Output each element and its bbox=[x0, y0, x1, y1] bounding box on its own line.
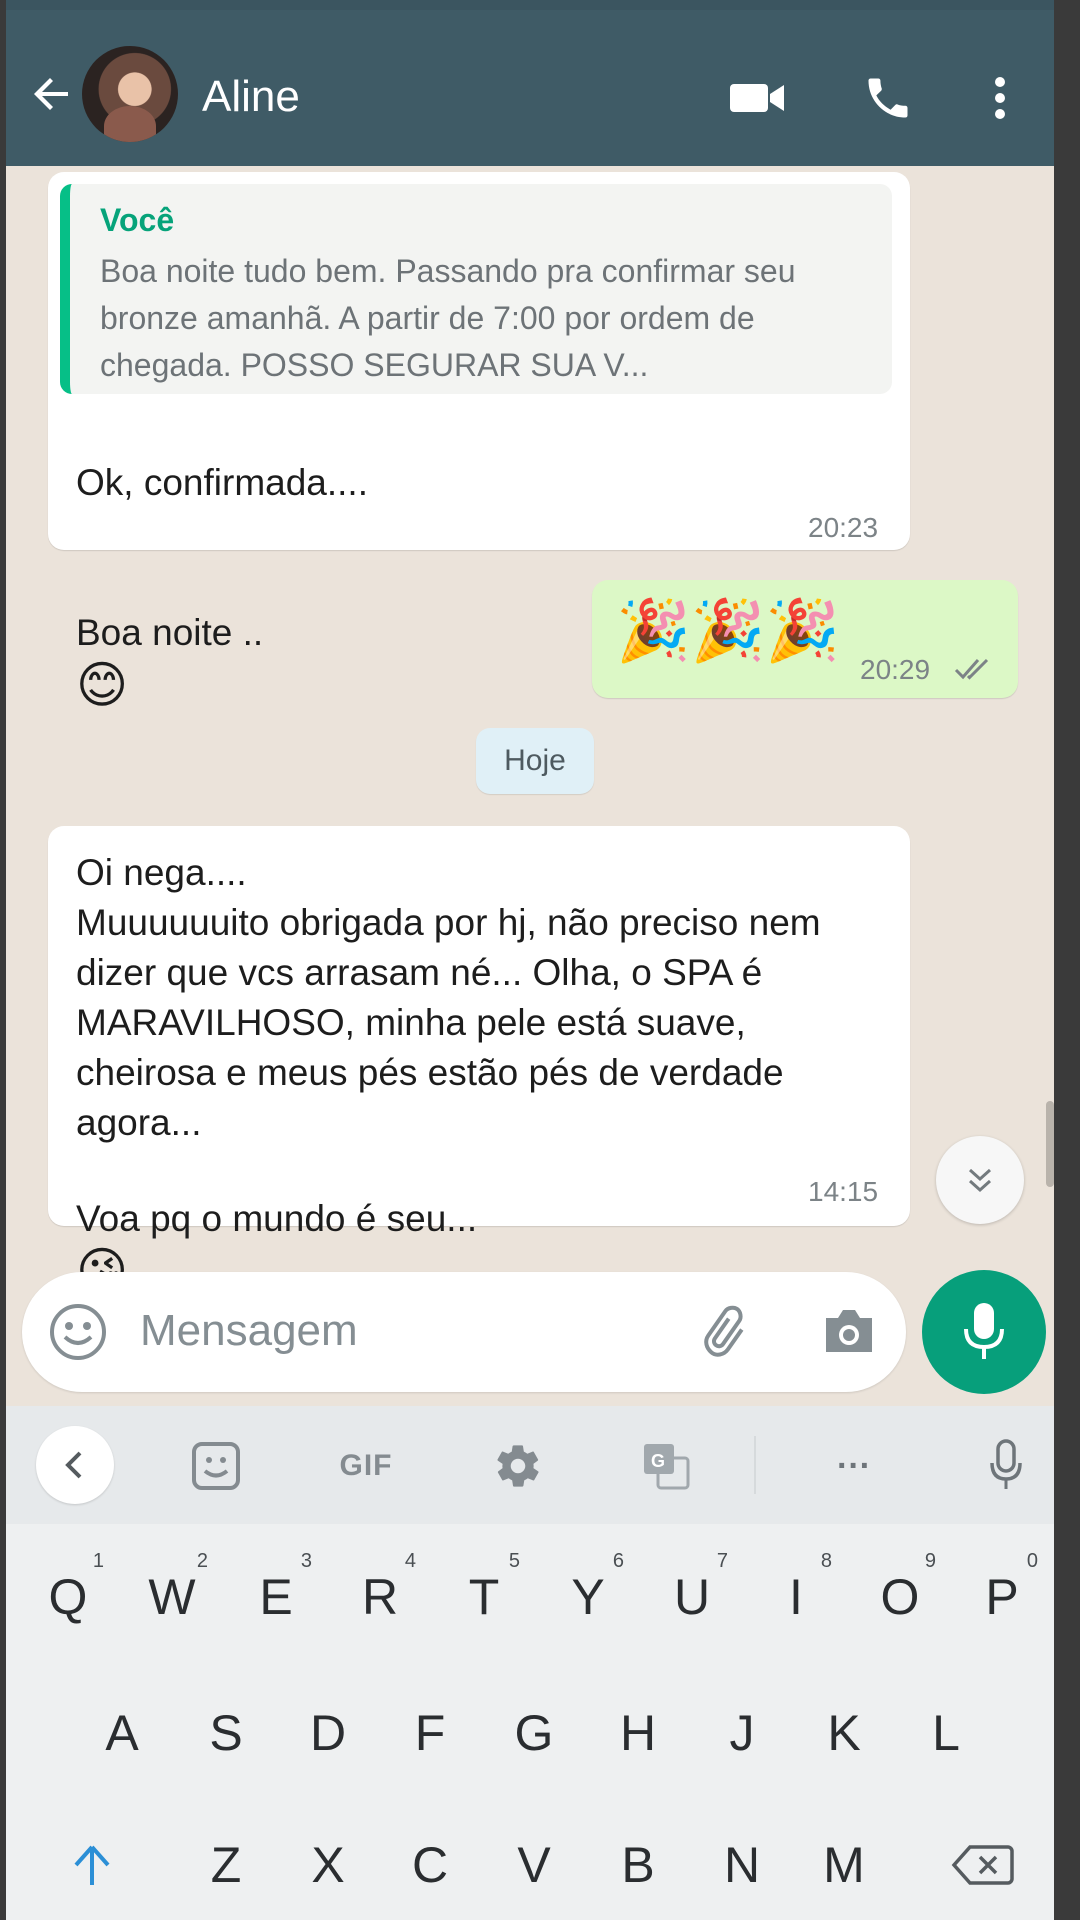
whatsapp-chat-screen: Aline Você Boa noite tudo bem. Passando … bbox=[6, 0, 1054, 1920]
message-time: 14:15 bbox=[808, 1176, 879, 1207]
key-l[interactable]: L bbox=[904, 1678, 988, 1788]
message-input-placeholder[interactable]: Mensagem bbox=[140, 1306, 358, 1356]
svg-text:G: G bbox=[651, 1451, 665, 1471]
key-v[interactable]: V bbox=[492, 1810, 576, 1920]
gif-button[interactable]: GIF bbox=[326, 1426, 406, 1506]
shift-arrow-icon bbox=[74, 1845, 110, 1885]
message-input[interactable]: Mensagem bbox=[22, 1272, 906, 1392]
sticker-icon[interactable] bbox=[176, 1426, 256, 1506]
key-e[interactable]: E3 bbox=[234, 1542, 318, 1652]
key-o[interactable]: O9 bbox=[858, 1542, 942, 1652]
toolbar-divider bbox=[754, 1436, 756, 1494]
message-time: 20:29 bbox=[860, 654, 931, 685]
settings-gear-icon[interactable] bbox=[478, 1426, 558, 1506]
double-chevron-down-icon bbox=[968, 1168, 992, 1193]
quote-author: Você bbox=[100, 202, 175, 238]
key-u[interactable]: U7 bbox=[650, 1542, 734, 1652]
key-t[interactable]: T5 bbox=[442, 1542, 526, 1652]
message-line-with-emoji: Boa noite .. 😊 bbox=[76, 558, 368, 710]
key-i[interactable]: I8 bbox=[754, 1542, 838, 1652]
key-x[interactable]: X bbox=[286, 1810, 370, 1920]
key-a[interactable]: A bbox=[80, 1678, 164, 1788]
key-q[interactable]: Q1 bbox=[26, 1542, 110, 1652]
scroll-to-bottom-button[interactable] bbox=[936, 1136, 1024, 1224]
message-line: Ok, confirmada.... bbox=[76, 462, 368, 503]
key-c[interactable]: C bbox=[388, 1810, 472, 1920]
key-d[interactable]: D bbox=[286, 1678, 370, 1788]
shift-key[interactable] bbox=[50, 1810, 134, 1920]
message-bubble-outgoing[interactable]: 🎉🎉🎉 20:29 bbox=[592, 580, 1018, 698]
key-s[interactable]: S bbox=[184, 1678, 268, 1788]
chevron-left-icon bbox=[65, 1451, 82, 1479]
party-popper-emoji: 🎉🎉🎉 bbox=[616, 597, 841, 664]
chat-header: Aline bbox=[6, 10, 1054, 166]
status-bar bbox=[6, 0, 1054, 10]
key-k[interactable]: K bbox=[802, 1678, 886, 1788]
smiling-face-emoji: 😊 bbox=[76, 657, 129, 714]
keyboard-toolbar: GIF G ··· bbox=[6, 1406, 1054, 1524]
key-w[interactable]: W2 bbox=[130, 1542, 214, 1652]
voice-input-icon[interactable] bbox=[966, 1426, 1046, 1506]
avatar[interactable] bbox=[82, 46, 178, 142]
voice-record-button[interactable] bbox=[922, 1270, 1046, 1394]
key-b[interactable]: B bbox=[596, 1810, 680, 1920]
backspace-key[interactable] bbox=[932, 1810, 1032, 1920]
message-time: 20:23 bbox=[808, 512, 879, 543]
message-text: Oi nega.... Muuuuuuito obrigada por hj, … bbox=[76, 852, 821, 1143]
keyboard: GIF G ··· Q1 W2 E3 R4 T5 Y6 U7 I8 O9 P0 … bbox=[6, 1406, 1054, 1920]
key-r[interactable]: R4 bbox=[338, 1542, 422, 1652]
more-vertical-icon[interactable] bbox=[970, 68, 1030, 128]
camera-icon[interactable] bbox=[820, 1304, 878, 1363]
emoji-icon[interactable] bbox=[48, 1302, 108, 1367]
translate-icon[interactable]: G bbox=[626, 1426, 706, 1506]
key-f[interactable]: F bbox=[388, 1678, 472, 1788]
key-z[interactable]: Z bbox=[184, 1810, 268, 1920]
key-y[interactable]: Y6 bbox=[546, 1542, 630, 1652]
toolbar-collapse-button[interactable] bbox=[36, 1426, 114, 1504]
contact-name[interactable]: Aline bbox=[202, 72, 300, 122]
message-line: Boa noite .. bbox=[76, 612, 264, 653]
video-call-icon[interactable] bbox=[728, 68, 788, 128]
chat-area[interactable]: Você Boa noite tudo bem. Passando pra co… bbox=[6, 166, 1054, 1406]
backspace-icon bbox=[951, 1845, 1014, 1885]
key-n[interactable]: N bbox=[700, 1810, 784, 1920]
message-text: Ok, confirmada.... Boa noite .. 😊 bbox=[76, 408, 368, 760]
message-bubble-incoming[interactable]: Oi nega.... Muuuuuuito obrigada por hj, … bbox=[48, 826, 910, 1296]
message-bubble-incoming[interactable]: Você Boa noite tudo bem. Passando pra co… bbox=[48, 172, 910, 710]
phone-call-icon[interactable] bbox=[858, 68, 918, 128]
message-line: Voa pq o mundo é seu... bbox=[76, 1198, 478, 1239]
date-separator: Hoje bbox=[476, 728, 594, 794]
microphone-icon bbox=[964, 1303, 1004, 1359]
key-h[interactable]: H bbox=[596, 1678, 680, 1788]
more-options-button[interactable]: ··· bbox=[814, 1426, 894, 1506]
double-check-read-icon bbox=[954, 656, 992, 687]
back-arrow-icon[interactable] bbox=[24, 66, 80, 122]
key-m[interactable]: M bbox=[802, 1810, 886, 1920]
key-p[interactable]: P0 bbox=[960, 1542, 1044, 1652]
attach-paperclip-icon[interactable] bbox=[698, 1302, 758, 1367]
key-g[interactable]: G bbox=[492, 1678, 576, 1788]
scrollbar-thumb[interactable] bbox=[1046, 1101, 1054, 1187]
quote-text: Boa noite tudo bem. Passando pra confirm… bbox=[100, 253, 796, 383]
key-j[interactable]: J bbox=[700, 1678, 784, 1788]
quoted-message[interactable]: Você Boa noite tudo bem. Passando pra co… bbox=[60, 184, 892, 394]
